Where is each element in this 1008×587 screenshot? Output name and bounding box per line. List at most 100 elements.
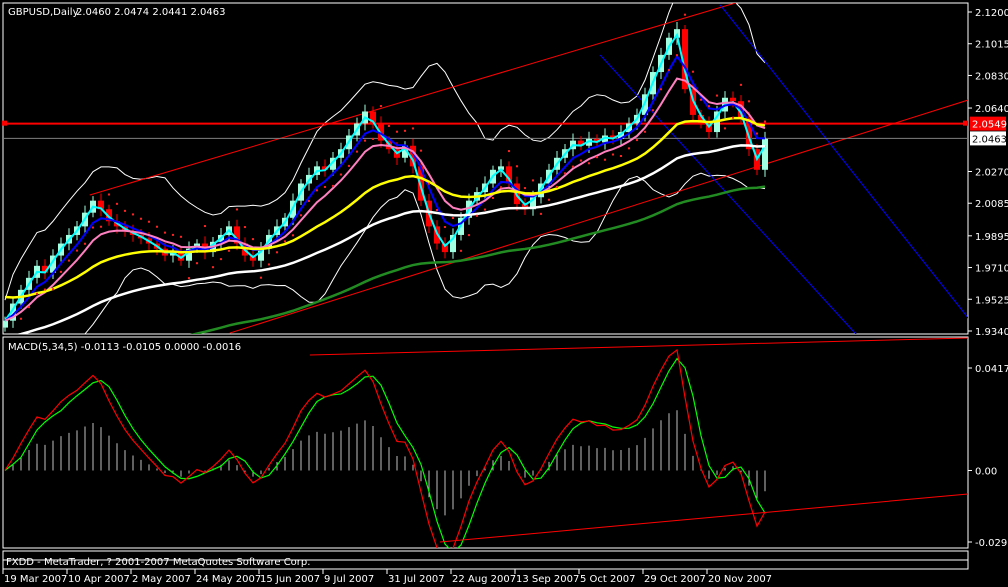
macd-line [4,348,766,548]
time-axis[interactable]: 19 Mar 2007 10 Apr 2007 2 May 2007 24 May 2… [2,569,772,585]
date-tick-label: 5 Oct 2007 [580,574,635,585]
sar-dot [748,100,750,103]
level-handle-right [963,120,968,126]
price-tick-label: 2.0270 [975,168,1008,179]
date-tick-label: 13 Sep 2007 [516,574,579,585]
sar-dot [524,187,526,190]
sar-dot [420,149,422,152]
sar-dot [684,13,686,16]
sar-dot [716,94,718,97]
sar-dot [76,249,78,252]
sar-dot [580,159,582,162]
sar-dot [188,277,190,280]
macd-axis: 0.0417 0.00 -0.0291 [968,364,1008,549]
macd-label: MACD(5,34,5) -0.0113 -0.0105 0.0000 -0.0… [8,342,241,353]
sar-dot [452,217,454,220]
sar-dot [236,208,238,211]
date-tick-label: 22 Aug 2007 [452,574,516,585]
sar-dot [172,233,174,236]
sar-dot [756,132,758,135]
sar-dot [284,240,286,243]
price-tick-label: 2.1015 [975,40,1008,51]
sar-dot [700,98,702,101]
sar-dot [548,198,550,201]
sar-dot [708,105,710,108]
sar-dot [332,184,334,187]
price-plot[interactable] [2,0,1008,587]
bid-price-label: 2.0463 [972,134,1007,145]
sar-dot [436,209,438,212]
sar-dot [324,185,326,188]
price-tick-label: 1.9525 [975,295,1008,306]
sar-dot [492,196,494,199]
sar-dot [644,130,646,133]
date-tick-label: 19 Mar 2007 [4,574,67,585]
candle-body [762,138,768,170]
level-price-label: 2.0549 [972,120,1007,131]
sar-dot [676,54,678,57]
sar-dot [180,235,182,238]
macd-tick-label: 0.0417 [975,364,1008,375]
date-tick-label: 31 Jul 2007 [388,574,445,585]
sar-dot [356,150,358,153]
trendline-down-channel-2 [719,4,968,319]
macd-plot[interactable] [4,337,968,560]
sar-dot [364,139,366,142]
sar-dot [540,212,542,215]
ma-white [15,144,766,334]
sar-dot [612,153,614,156]
sar-dot [84,242,86,245]
sar-dot [412,127,414,130]
sar-dot [476,214,478,217]
sar-dot [164,231,166,234]
sar-dot [468,234,470,237]
sar-dot [652,109,654,112]
date-tick-label: 15 Jun 2007 [260,574,320,585]
sar-dot [220,258,222,261]
sar-dot [156,225,158,228]
trading-chart[interactable]: 2.1200 2.1015 2.0830 2.0640 2.0463 2.0270 2.00… [0,0,1008,587]
sar-dot [204,225,206,228]
sar-dot [564,172,566,175]
sar-dot [308,199,310,202]
sar-dot [372,137,374,140]
sar-dot [52,288,54,291]
sar-dot [444,226,446,229]
sar-dot [732,116,734,119]
sar-dot [140,217,142,220]
sar-dot [20,317,22,320]
candle-body [730,97,736,102]
sar-dot [388,124,390,127]
sar-dot [428,182,430,185]
sar-dot [124,209,126,212]
date-tick-label: 9 Jul 2007 [324,574,374,585]
price-tick-label: 2.0085 [975,199,1008,210]
sar-dot [292,234,294,237]
trendline-down-channel-1 [599,54,857,334]
sar-dot [212,266,214,269]
sar-dot [460,249,462,252]
sar-dot [300,214,302,217]
sar-dot [132,213,134,216]
date-tick-label: 10 Apr 2007 [68,574,130,585]
sar-dot [348,164,350,167]
date-tick-label: 2 May 2007 [132,574,191,585]
price-tick-label: 2.0830 [975,71,1008,82]
trendline-lower-channel [229,99,968,334]
sar-dot [396,130,398,133]
date-tick-label: 29 Oct 2007 [644,574,706,585]
sar-dot [276,251,278,254]
sar-dot [636,139,638,142]
sar-dot [588,162,590,165]
sar-dot [148,220,150,223]
ma-green [190,185,766,334]
price-tick-label: 2.1200 [975,8,1008,19]
main-chart-frame [2,2,969,335]
sar-dot [404,129,406,132]
level-handle-left [2,120,7,126]
ma-medium [4,54,766,322]
sar-dot [532,179,534,182]
sar-dot [28,306,30,309]
sar-dot [556,185,558,188]
sar-dot [44,288,46,291]
